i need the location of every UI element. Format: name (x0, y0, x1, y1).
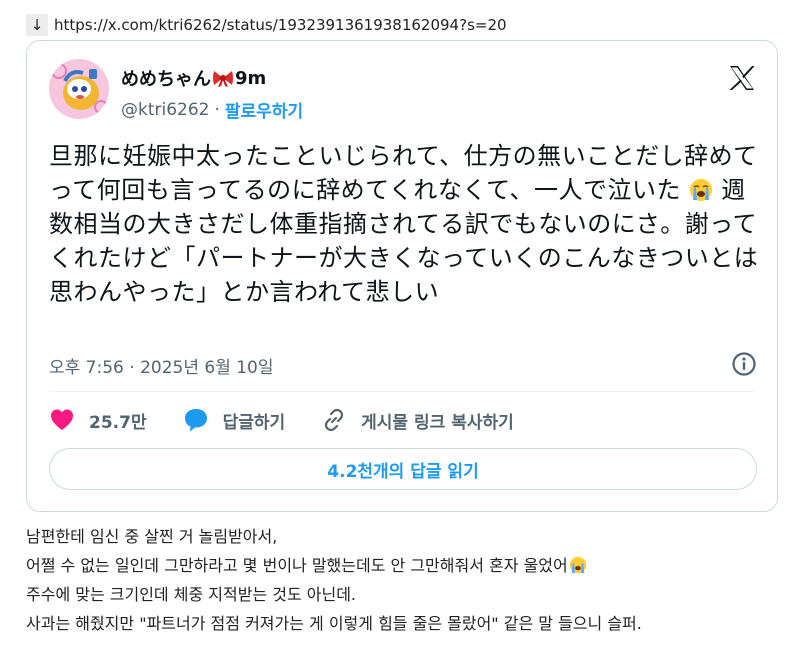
url-line: ↓ https://x.com/ktri6262/status/19323913… (26, 12, 507, 38)
tweet-text: 旦那に妊娠中太ったこといじられて、仕方の無いことだし辞めてって何回も言ってるのに… (49, 139, 764, 309)
copy-link-button[interactable]: 게시물 링크 복사하기 (321, 407, 514, 433)
handle-row: @ktri6262 · 팔로우하기 (121, 97, 303, 123)
reply-bubble-icon (184, 409, 207, 432)
ribbon-emoji-icon (213, 71, 233, 87)
down-arrow-icon: ↓ (26, 14, 48, 36)
crying-face-emoji-icon (569, 556, 586, 574)
author-handle[interactable]: @ktri6262 (121, 100, 210, 120)
link-icon (325, 408, 344, 432)
avatar-image (49, 59, 109, 119)
info-icon[interactable] (731, 351, 757, 377)
read-replies-button[interactable]: 4.2천개의 답글 읽기 (49, 448, 757, 490)
translation-line-1: 남편한테 임신 중 살찐 거 놀림받아서, (26, 527, 278, 546)
follow-button[interactable]: 팔로우하기 (225, 97, 303, 122)
x-logo-icon[interactable] (727, 63, 757, 93)
author-name[interactable]: めめちゃん (121, 65, 211, 91)
timestamp[interactable]: 오후 7:56 · 2025년 6월 10일 (49, 353, 274, 378)
author-block: めめちゃん 9m @ktri6262 · 팔로우하기 (121, 65, 303, 123)
tweet-text-part1: 旦那に妊娠中太ったこといじられて、仕方の無いことだし辞めてって何回も言ってるのに… (49, 142, 758, 204)
heart-icon (51, 409, 73, 430)
translation-line-2-text: 어쩔 수 없는 일인데 그만하라고 몇 번이나 말했는데도 안 그만해줘서 혼자… (26, 556, 568, 575)
divider (49, 391, 755, 392)
translation-text: 남편한테 임신 중 살찐 거 놀림받아서, 어쩔 수 없는 일인데 그만하라고 … (26, 522, 796, 638)
copy-link-label: 게시물 링크 복사하기 (361, 412, 514, 433)
handle-separator: · (214, 99, 220, 120)
author-name-row[interactable]: めめちゃん 9m (121, 65, 303, 91)
reply-label: 답글하기 (222, 412, 286, 433)
tweet-card[interactable]: めめちゃん 9m @ktri6262 · 팔로우하기 旦那に妊娠中太ったこといじ… (26, 40, 778, 512)
url-text[interactable]: https://x.com/ktri6262/status/1932391361… (54, 16, 507, 34)
author-suffix: 9m (235, 67, 267, 89)
avatar[interactable] (49, 59, 109, 119)
action-bar: 25.7만 답글하기 게시물 링크 복사하기 (49, 405, 550, 435)
translation-line-2: 어쩔 수 없는 일인데 그만하라고 몇 번이나 말했는데도 안 그만해줘서 혼자… (26, 551, 796, 580)
like-button[interactable]: 25.7만 (49, 407, 147, 433)
translation-line-3: 주수에 맞는 크기인데 체중 지적받는 것도 아닌데. (26, 585, 357, 604)
reply-button[interactable]: 답글하기 (183, 407, 286, 433)
like-count: 25.7만 (89, 412, 147, 433)
translation-line-4: 사과는 해줬지만 "파트너가 점점 커져가는 게 이렇게 힘들 줄은 몰랐어" … (26, 614, 642, 633)
crying-face-emoji-icon (690, 179, 713, 201)
